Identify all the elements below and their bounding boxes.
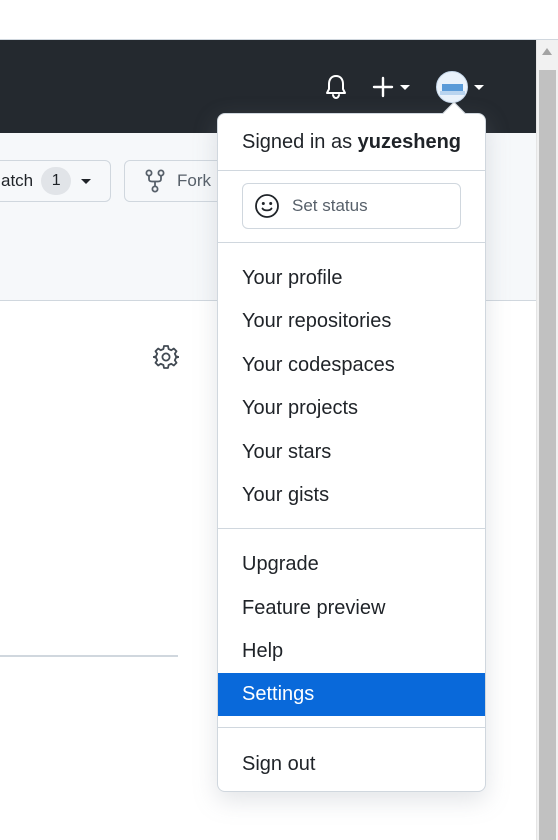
- menu-item-feature-preview[interactable]: Feature preview: [218, 588, 485, 628]
- menu-divider: [218, 727, 485, 728]
- menu-item-help[interactable]: Help: [218, 631, 485, 671]
- fork-icon: [145, 169, 165, 193]
- set-status-button[interactable]: Set status: [242, 183, 461, 229]
- fork-label: Fork: [177, 171, 211, 190]
- page: atch 1 Fork Signed in as yuzesheng Set s…: [0, 0, 558, 840]
- set-status-label: Set status: [292, 196, 368, 215]
- content-divider: [0, 655, 178, 657]
- menu-item-settings[interactable]: Settings: [218, 673, 485, 716]
- menu-item-upgrade[interactable]: Upgrade: [218, 544, 485, 584]
- signed-in-header: Signed in as yuzesheng: [242, 131, 461, 154]
- chevron-down-icon: [474, 84, 484, 90]
- menu-item-your-projects[interactable]: Your projects: [218, 388, 485, 428]
- menu-divider: [218, 242, 485, 243]
- menu-item-your-profile[interactable]: Your profile: [218, 258, 485, 298]
- avatar: [436, 71, 468, 103]
- scroll-up-arrow-icon[interactable]: [542, 48, 552, 55]
- gear-icon: [153, 345, 179, 369]
- menu-divider: [218, 528, 485, 529]
- watch-label: atch: [1, 171, 34, 190]
- menu-item-your-repositories[interactable]: Your repositories: [218, 301, 485, 341]
- watch-button[interactable]: atch 1: [0, 160, 111, 202]
- scrollbar-thumb[interactable]: [539, 70, 556, 840]
- chevron-down-icon: [81, 178, 92, 184]
- menu-divider: [218, 170, 485, 171]
- bell-icon: [326, 75, 346, 100]
- menu-item-your-stars[interactable]: Your stars: [218, 432, 485, 472]
- menu-item-your-codespaces[interactable]: Your codespaces: [218, 345, 485, 385]
- browser-chrome-top: [0, 0, 558, 40]
- username: yuzesheng: [357, 131, 461, 153]
- plus-icon: [372, 76, 394, 98]
- repo-settings-button[interactable]: [152, 343, 180, 371]
- smiley-icon: [255, 194, 279, 218]
- notifications-button[interactable]: [322, 73, 350, 101]
- menu-item-your-gists[interactable]: Your gists: [218, 475, 485, 515]
- watch-count: 1: [41, 167, 72, 195]
- scrollbar[interactable]: [536, 40, 558, 840]
- chevron-down-icon: [400, 84, 410, 90]
- user-menu-button[interactable]: [436, 70, 490, 104]
- signed-in-prefix: Signed in as: [242, 131, 358, 153]
- create-new-button[interactable]: [372, 73, 418, 101]
- menu-item-sign-out[interactable]: Sign out: [218, 744, 485, 784]
- user-dropdown-menu: Signed in as yuzesheng Set status Your p…: [217, 101, 486, 792]
